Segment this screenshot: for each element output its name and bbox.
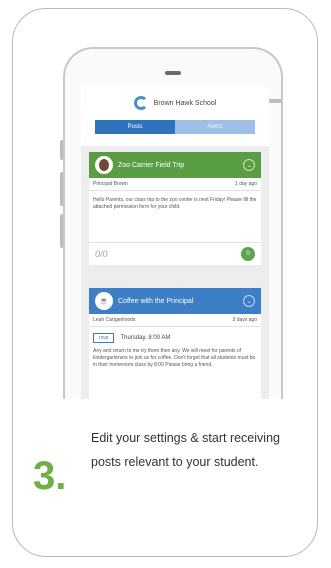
chevron-down-icon[interactable]: ⌄ bbox=[243, 295, 255, 307]
post-title: Zoo Carrier Field Trip bbox=[118, 161, 185, 169]
comment-count-badge[interactable]: 0 bbox=[241, 247, 255, 261]
phone-power-button bbox=[268, 99, 281, 103]
post-meta: Leah Cartgentoods 3 days ago bbox=[89, 314, 261, 327]
step-number: 3. bbox=[33, 454, 67, 498]
rsvp-button[interactable]: rsvp bbox=[93, 333, 115, 343]
phone-speaker bbox=[165, 71, 181, 75]
post-time: 3 days ago bbox=[232, 317, 257, 323]
post-body: Any and return to me try them then any. … bbox=[93, 348, 256, 368]
app-header: Brown Hawk School bbox=[81, 86, 269, 120]
step-description: Edit your settings & start receiving pos… bbox=[91, 431, 280, 469]
tab-alerts[interactable]: Alerts bbox=[175, 120, 255, 134]
tab-bar: Posts Alerts bbox=[95, 120, 255, 134]
phone-mockup: Brown Hawk School Posts Alerts Zoo Carri… bbox=[63, 47, 283, 399]
post-card[interactable]: ☕ Coffee with the Principal ⌄ Leah Cartg… bbox=[89, 288, 261, 399]
post-card[interactable]: Zoo Carrier Field Trip ⌄ Principal Brown… bbox=[89, 152, 261, 265]
school-name: Brown Hawk School bbox=[153, 99, 217, 107]
post-feed: Zoo Carrier Field Trip ⌄ Principal Brown… bbox=[81, 146, 269, 399]
phone-screen: Brown Hawk School Posts Alerts Zoo Carri… bbox=[81, 86, 269, 399]
post-author: Principal Brown bbox=[93, 181, 128, 187]
tab-posts[interactable]: Posts bbox=[95, 120, 175, 134]
chevron-down-icon[interactable]: ⌄ bbox=[243, 159, 255, 171]
post-meta: Principal Brown 1 day ago bbox=[89, 178, 261, 191]
school-logo-icon bbox=[133, 96, 148, 110]
post-header[interactable]: ☕ Coffee with the Principal ⌄ bbox=[89, 288, 261, 314]
post-time: 1 day ago bbox=[235, 181, 257, 187]
post-title: Coffee with the Principal bbox=[118, 297, 194, 305]
avatar bbox=[95, 156, 113, 174]
event-row: rsvp Thursday, 8:00 AM bbox=[89, 327, 261, 345]
event-date: Thursday, 8:00 AM bbox=[120, 335, 171, 341]
coffee-icon: ☕ bbox=[95, 292, 113, 310]
post-header[interactable]: Zoo Carrier Field Trip ⌄ bbox=[89, 152, 261, 178]
post-author: Leah Cartgentoods bbox=[93, 317, 136, 323]
post-body: Hello Parents, our class trip to the zoo… bbox=[93, 197, 257, 210]
post-footer: 0/0 0 bbox=[89, 242, 261, 265]
like-count[interactable]: 0/0 bbox=[95, 249, 108, 259]
